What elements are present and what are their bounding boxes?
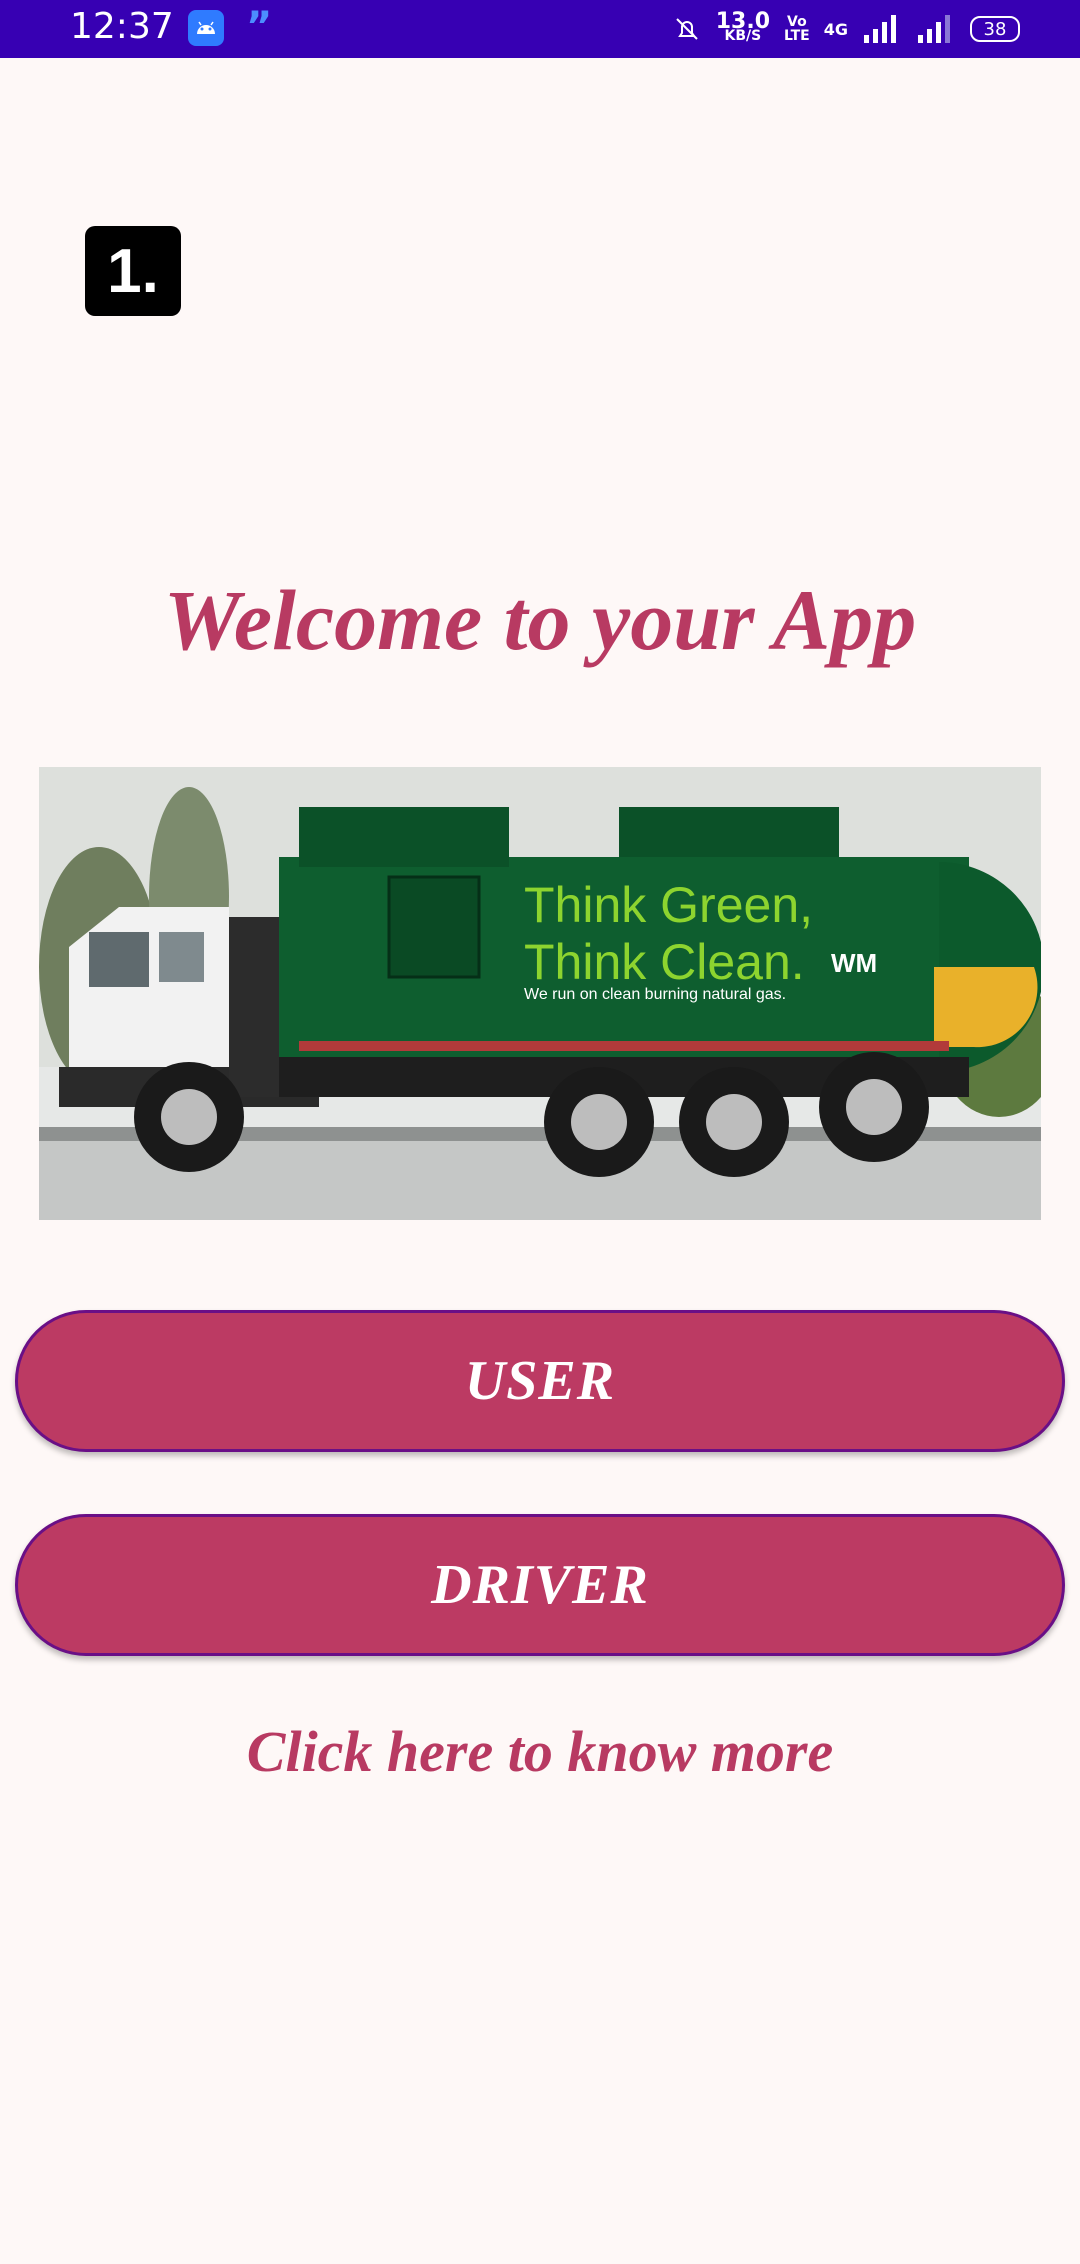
status-time: 12:37	[70, 6, 174, 47]
android-icon	[188, 10, 224, 46]
know-more-link[interactable]: Click here to know more	[0, 1718, 1080, 1785]
battery-icon: 38	[970, 16, 1020, 42]
truck-text-line2: Think Clean.	[524, 934, 805, 990]
truck-text-line1: Think Green,	[524, 877, 813, 933]
truck-tagline: We run on clean burning natural gas.	[524, 986, 786, 1003]
net-speed: 13.0 KB/S	[715, 9, 771, 44]
status-icons: 13.0 KB/S Vo LTE 4G 38	[672, 0, 1020, 58]
driver-button[interactable]: DRIVER	[15, 1514, 1065, 1656]
user-button[interactable]: USER	[15, 1310, 1065, 1452]
mute-bell-icon	[676, 18, 698, 40]
status-bar: 12:37 ” 13.0 KB/S Vo LTE 4G 38	[0, 0, 1080, 58]
volte-indicator: Vo LTE	[784, 14, 810, 44]
app-logo: 1.	[85, 226, 181, 316]
garbage-truck-image: Think Green, Think Clean. We run on clea…	[39, 767, 1041, 1220]
quote-icon: ”	[246, 4, 273, 50]
wm-logo: WM	[831, 948, 877, 978]
welcome-title: Welcome to your App	[163, 572, 917, 668]
signal-icon-2	[918, 15, 950, 43]
signal-icon	[864, 15, 896, 43]
network-type: 4G	[823, 19, 848, 39]
